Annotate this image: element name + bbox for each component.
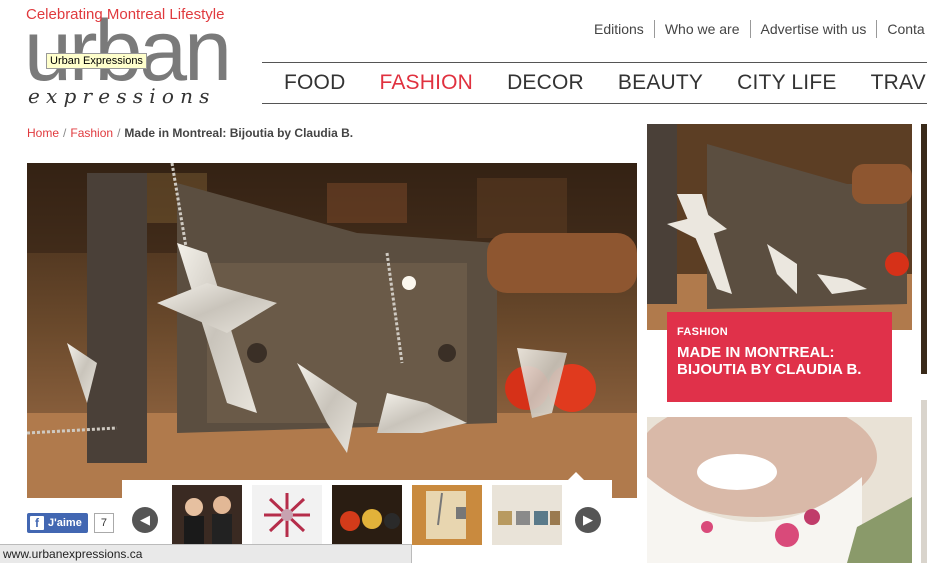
like-button[interactable]: f J'aime bbox=[27, 513, 88, 533]
secondary-image[interactable] bbox=[647, 417, 912, 563]
top-link-who-we-are[interactable]: Who we are bbox=[653, 20, 750, 38]
gallery-pointer bbox=[568, 472, 584, 480]
status-bar-url: www.urbanexpressions.ca bbox=[0, 544, 412, 563]
breadcrumb-home[interactable]: Home bbox=[27, 126, 59, 140]
nav-item-city-life[interactable]: CITY LIFE bbox=[737, 71, 836, 95]
gallery-thumb[interactable] bbox=[252, 485, 322, 545]
breadcrumb: Home / Fashion / Made in Montreal: Bijoutia … bbox=[27, 126, 353, 140]
top-link-advertise[interactable]: Advertise with us bbox=[749, 20, 877, 38]
next-image-edge bbox=[921, 124, 927, 374]
nav-item-fashion[interactable]: FASHION bbox=[379, 71, 473, 95]
top-link-editions[interactable]: Editions bbox=[584, 20, 654, 38]
hero-image[interactable] bbox=[27, 163, 637, 498]
like-label: J'aime bbox=[48, 517, 82, 529]
gallery-thumb[interactable] bbox=[332, 485, 402, 545]
breadcrumb-separator: / bbox=[117, 126, 121, 140]
breadcrumb-current: Made in Montreal: Bijoutia by Claudia B. bbox=[124, 126, 354, 140]
top-links: Editions Who we are Advertise with us Co… bbox=[584, 20, 927, 38]
card-category[interactable]: FASHION bbox=[677, 326, 882, 338]
logo-tooltip: Urban Expressions bbox=[46, 53, 147, 69]
breadcrumb-separator: / bbox=[63, 126, 67, 140]
arrow-right-icon[interactable]: ▶ bbox=[575, 507, 601, 533]
featured-card[interactable]: FASHION MADE IN MONTREAL: BIJOUTIA BY CL… bbox=[667, 312, 892, 402]
breadcrumb-fashion[interactable]: Fashion bbox=[70, 126, 113, 140]
gallery-thumb[interactable] bbox=[412, 485, 482, 545]
next-image-edge bbox=[921, 400, 927, 563]
facebook-icon: f bbox=[30, 516, 44, 530]
main-nav: FOOD FASHION DECOR BEAUTY CITY LIFE TRAV… bbox=[262, 62, 927, 104]
nav-item-food[interactable]: FOOD bbox=[284, 71, 345, 95]
top-link-contact[interactable]: Conta bbox=[876, 20, 927, 38]
page: urban Celebrating Montreal Lifestyle exp… bbox=[0, 0, 927, 563]
site-tagline: Celebrating Montreal Lifestyle bbox=[26, 6, 225, 23]
logo-subtitle[interactable]: expressions bbox=[28, 84, 216, 108]
facebook-like: f J'aime 7 bbox=[27, 513, 114, 533]
arrow-left-icon[interactable]: ◀ bbox=[132, 507, 158, 533]
gallery-thumb[interactable] bbox=[492, 485, 562, 545]
nav-item-beauty[interactable]: BEAUTY bbox=[618, 71, 703, 95]
nav-item-decor[interactable]: DECOR bbox=[507, 71, 584, 95]
card-title[interactable]: MADE IN MONTREAL: BIJOUTIA BY CLAUDIA B. bbox=[677, 344, 882, 378]
like-count: 7 bbox=[93, 513, 114, 533]
nav-item-travel[interactable]: TRAVEL bbox=[871, 71, 927, 95]
gallery-thumb[interactable] bbox=[172, 485, 242, 545]
featured-image[interactable] bbox=[647, 124, 912, 330]
